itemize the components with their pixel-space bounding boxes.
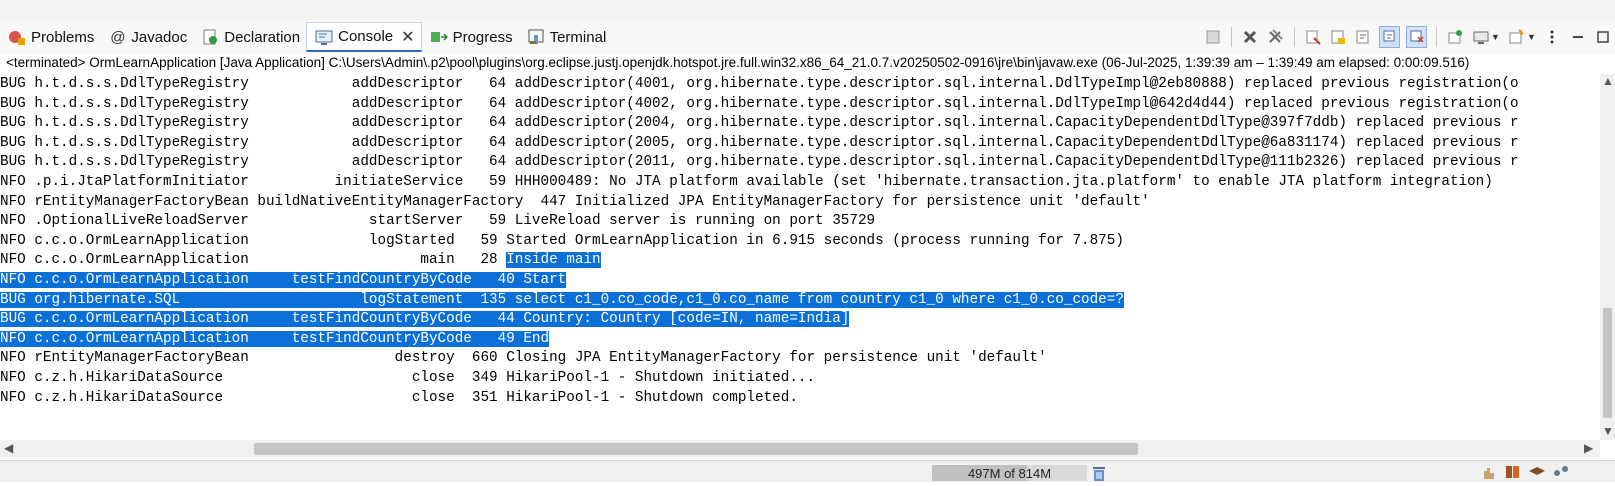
selected-text: NFO c.c.o.OrmLearnApplication testFindCo… — [0, 330, 550, 347]
console-line: BUG h.t.d.s.s.DdlTypeRegistry addDescrip… — [0, 134, 1519, 154]
declaration-icon — [201, 28, 219, 46]
scroll-lock-icon[interactable] — [1329, 26, 1348, 48]
tab-console[interactable]: Console ✕ — [306, 22, 422, 52]
console-line: BUG h.t.d.s.s.DdlTypeRegistry addDescrip… — [0, 153, 1519, 173]
status-bar — [0, 460, 1615, 482]
console-output[interactable]: BUG h.t.d.s.s.DdlTypeRegistry addDescrip… — [0, 74, 1600, 440]
horizontal-scroll-thumb[interactable] — [254, 443, 1138, 455]
view-menu-icon[interactable] — [1543, 26, 1562, 48]
terminal-icon — [527, 28, 545, 46]
minimize-icon[interactable] — [1568, 26, 1587, 48]
tab-label: Javadoc — [131, 28, 188, 46]
console-line-text: NFO c.z.h.HikariDataSource close 351 Hik… — [0, 389, 798, 406]
toolbar-separator — [1231, 27, 1232, 47]
console-line: NFO c.c.o.OrmLearnApplication testFindCo… — [0, 271, 567, 291]
console-line: BUG h.t.d.s.s.DdlTypeRegistry addDescrip… — [0, 75, 1519, 95]
tab-progress[interactable]: Progress — [422, 24, 519, 50]
progress-icon — [430, 28, 448, 46]
tab-label: Progress — [452, 28, 513, 46]
console-line-text: NFO c.c.o.OrmLearnApplication logStarted… — [0, 232, 1124, 249]
book-icon[interactable] — [1504, 465, 1522, 479]
selected-text: BUG c.c.o.OrmLearnApplication testFindCo… — [0, 311, 850, 328]
console-line-text: NFO c.c.o.OrmLearnApplication main 28 — [0, 252, 507, 269]
tab-problems[interactable]: Problems — [0, 24, 100, 50]
clear-console-icon[interactable] — [1304, 26, 1323, 48]
console-line-text: BUG h.t.d.s.s.DdlTypeRegistry addDescrip… — [0, 95, 1519, 112]
console-line-text: NFO rEntityManagerFactoryBean destroy 66… — [0, 350, 1047, 367]
heap-status[interactable]: 497M of 814M — [932, 465, 1087, 481]
tab-label: Terminal — [549, 28, 607, 46]
console-line: NFO c.z.h.HikariDataSource close 351 Hik… — [0, 389, 798, 409]
toolbar-separator — [1294, 27, 1295, 47]
show-on-stderr-icon[interactable] — [1406, 26, 1428, 48]
remove-all-terminated-icon[interactable] — [1266, 26, 1285, 48]
problems-icon — [8, 28, 26, 46]
scroll-down-icon[interactable]: ▼ — [1602, 424, 1614, 438]
tab-label: Problems — [31, 28, 95, 46]
console-line: NFO rEntityManagerFactoryBean buildNativ… — [0, 193, 1150, 213]
console-line-text: BUG h.t.d.s.s.DdlTypeRegistry addDescrip… — [0, 115, 1519, 132]
share-icon[interactable] — [1552, 465, 1570, 479]
tab-declaration[interactable]: Declaration — [193, 24, 306, 50]
console-line-text: BUG h.t.d.s.s.DdlTypeRegistry addDescrip… — [0, 76, 1519, 92]
console-line: BUG h.t.d.s.s.DdlTypeRegistry addDescrip… — [0, 95, 1519, 115]
console-line: NFO c.c.o.OrmLearnApplication logStarted… — [0, 232, 1124, 252]
console-line: BUG h.t.d.s.s.DdlTypeRegistry addDescrip… — [0, 114, 1519, 134]
garbage-collect-icon[interactable] — [1092, 465, 1106, 481]
status-icons — [1480, 465, 1615, 481]
console-line-text: NFO rEntityManagerFactoryBean buildNativ… — [0, 193, 1150, 210]
tab-label: Console — [338, 28, 394, 45]
svg-text:@: @ — [110, 29, 125, 46]
grad-cap-icon[interactable] — [1528, 465, 1546, 479]
chevron-down-icon[interactable]: ▼ — [1527, 32, 1536, 42]
console-line-text: NFO .OptionalLiveReloadServer startServe… — [0, 213, 876, 230]
console-line: NFO rEntityManagerFactoryBean destroy 66… — [0, 349, 1047, 369]
console-line: NFO c.c.o.OrmLearnApplication main 28 In… — [0, 251, 601, 271]
toolbar-separator — [1436, 27, 1437, 47]
console-line: NFO c.z.h.HikariDataSource close 349 Hik… — [0, 369, 815, 389]
console-line: NFO .p.i.JtaPlatformInitiator initiateSe… — [0, 173, 1493, 193]
terminate-icon[interactable] — [1203, 26, 1222, 48]
console-line-text: BUG h.t.d.s.s.DdlTypeRegistry addDescrip… — [0, 134, 1519, 151]
selected-text: NFO c.c.o.OrmLearnApplication testFindCo… — [0, 272, 567, 288]
scroll-right-icon[interactable]: ▶ — [1584, 441, 1593, 455]
close-icon[interactable]: ✕ — [401, 27, 414, 47]
word-wrap-icon[interactable] — [1354, 26, 1373, 48]
process-description: <terminated> OrmLearnApplication [Java A… — [6, 55, 1470, 70]
vertical-scroll-thumb[interactable] — [1603, 308, 1612, 418]
pin-console-icon[interactable] — [1446, 26, 1465, 48]
show-on-stdout-icon[interactable] — [1379, 26, 1401, 48]
scroll-up-icon[interactable]: ▲ — [1602, 74, 1614, 88]
at-sign-icon: @ — [108, 28, 126, 46]
heap-status-label: 497M of 814M — [967, 466, 1052, 481]
display-selected-console-icon[interactable] — [1471, 26, 1490, 48]
console-line: BUG c.c.o.OrmLearnApplication testFindCo… — [0, 310, 850, 330]
console-line: NFO c.c.o.OrmLearnApplication testFindCo… — [0, 330, 550, 350]
tab-terminal[interactable]: Terminal — [519, 24, 613, 50]
scroll-left-icon[interactable]: ◀ — [4, 441, 13, 455]
chevron-down-icon[interactable]: ▼ — [1491, 32, 1500, 42]
selected-text: Inside main — [506, 252, 601, 269]
console-line-text: NFO .p.i.JtaPlatformInitiator initiateSe… — [0, 174, 1493, 190]
console-line: NFO .OptionalLiveReloadServer startServe… — [0, 212, 875, 232]
console-toolbar: ▼ ▼ — [1200, 20, 1615, 54]
console-line: BUG org.hibernate.SQL logStatement 135 s… — [0, 291, 1124, 311]
hand-icon[interactable] — [1480, 465, 1498, 479]
selected-text: BUG org.hibernate.SQL logStatement 135 s… — [0, 291, 1124, 308]
horizontal-scrollbar[interactable]: ◀ ▶ — [0, 440, 1600, 458]
view-tab-bar: Problems @ Javadoc Declaration Console ✕ Progr… — [0, 20, 1200, 54]
remove-launch-icon[interactable] — [1241, 26, 1260, 48]
open-console-icon[interactable] — [1507, 26, 1526, 48]
vertical-scrollbar[interactable]: ▲ ▼ — [1600, 74, 1615, 440]
top-strip — [0, 0, 1615, 21]
tab-label: Declaration — [224, 28, 301, 46]
console-line-text: BUG h.t.d.s.s.DdlTypeRegistry addDescrip… — [0, 154, 1519, 171]
maximize-icon[interactable] — [1593, 26, 1612, 48]
tab-javadoc[interactable]: @ Javadoc — [100, 24, 193, 50]
console-icon — [315, 28, 333, 46]
console-line-text: NFO c.z.h.HikariDataSource close 349 Hik… — [0, 370, 816, 386]
